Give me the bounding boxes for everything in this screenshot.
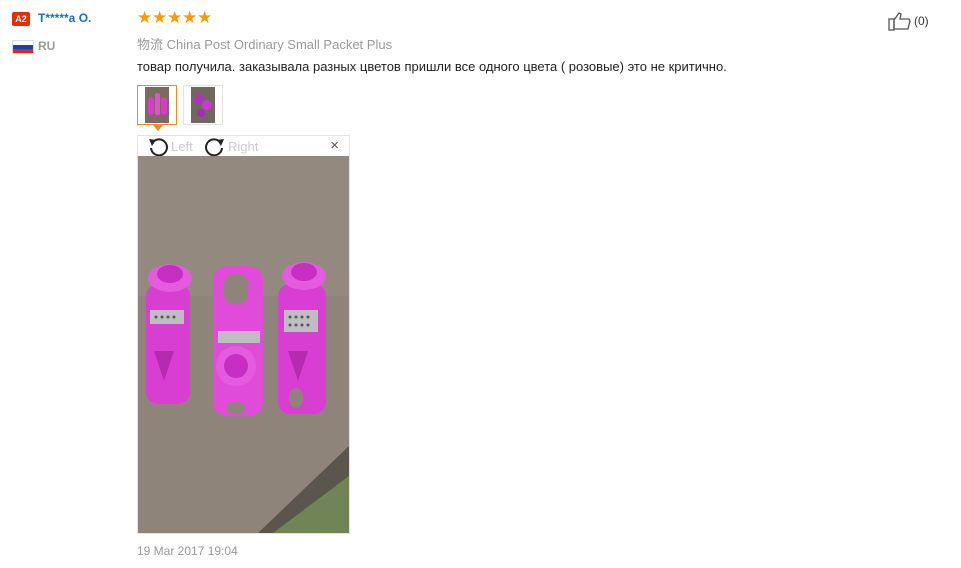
review-photo bbox=[138, 156, 349, 533]
star-icon: ★ bbox=[152, 8, 168, 27]
star-rating: ★ ★ ★ ★ ★ bbox=[137, 9, 212, 27]
star-icon: ★ bbox=[182, 8, 198, 27]
pink-grater-left bbox=[146, 264, 192, 404]
rotate-right-button[interactable]: Right bbox=[204, 136, 258, 156]
review-text: товар получила. заказывала разных цветов… bbox=[137, 59, 727, 74]
star-icon: ★ bbox=[197, 8, 213, 27]
thumbs-up-icon bbox=[888, 12, 911, 31]
shipping-method: China Post Ordinary Small Packet Plus bbox=[166, 37, 393, 52]
reviewer-country: RU bbox=[38, 39, 56, 53]
rotate-left-button[interactable]: Left bbox=[147, 136, 193, 156]
review-date: 19 Mar 2017 19:04 bbox=[137, 544, 238, 558]
reviewer-name[interactable]: T*****a O. bbox=[38, 11, 91, 25]
helpful-button[interactable]: (0) bbox=[888, 11, 929, 31]
shipping-label: 物流 bbox=[137, 37, 164, 52]
viewer-toolbar: Left Right × bbox=[138, 136, 349, 156]
rotate-left-label: Left bbox=[171, 138, 193, 154]
rotate-right-icon bbox=[205, 138, 224, 156]
thumbnail-photo bbox=[191, 87, 215, 123]
star-icon: ★ bbox=[137, 8, 153, 27]
star-icon: ★ bbox=[167, 8, 183, 27]
rotate-right-label: Right bbox=[228, 138, 259, 154]
pink-grater-middle bbox=[213, 266, 263, 416]
russia-flag-icon bbox=[12, 40, 34, 54]
review-thumbnails bbox=[137, 85, 223, 125]
thumbnail-photo bbox=[145, 87, 169, 123]
review-thumbnail[interactable] bbox=[137, 85, 177, 125]
review-thumbnail[interactable] bbox=[183, 85, 223, 125]
image-viewer: Left Right × bbox=[137, 135, 350, 534]
close-viewer-button[interactable]: × bbox=[330, 138, 339, 153]
helpful-count: (0) bbox=[914, 14, 929, 28]
level-badge: A2 bbox=[12, 12, 30, 26]
rotate-left-icon bbox=[149, 138, 168, 156]
thumbnail-pointer bbox=[153, 125, 163, 131]
shipping-info: 物流 China Post Ordinary Small Packet Plus bbox=[137, 34, 392, 53]
